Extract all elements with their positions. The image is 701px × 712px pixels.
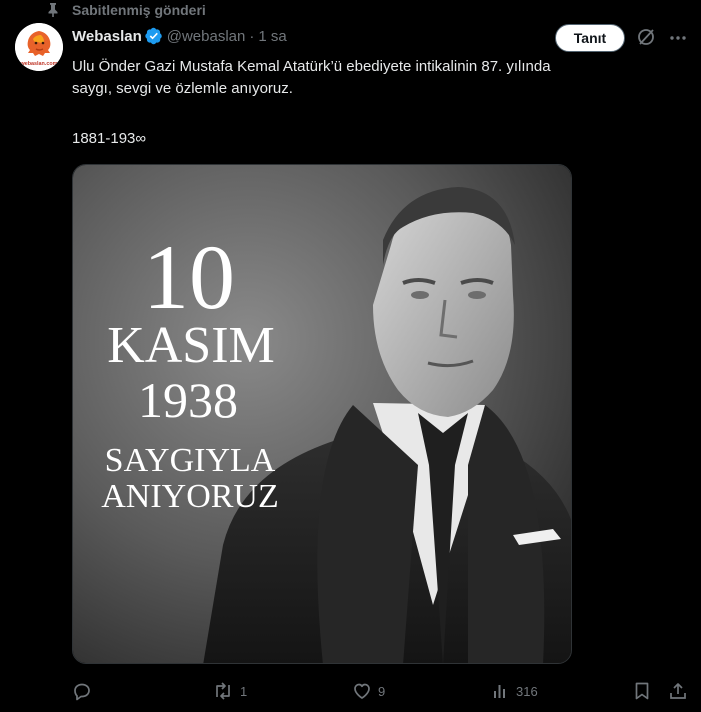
- pin-icon: [48, 3, 58, 17]
- pinned-label: Sabitlenmiş gönderi: [72, 2, 206, 18]
- views-icon: [494, 685, 505, 698]
- bookmark-icon: [635, 682, 649, 700]
- repost-count: 1: [240, 683, 248, 699]
- tweet-image[interactable]: 10 KASIM 1938 SAYGIYLA ANIYORUZ: [72, 164, 572, 664]
- share-button[interactable]: [668, 680, 688, 702]
- author-handle[interactable]: @webaslan: [167, 28, 246, 45]
- media-line1: SAYGIYLA: [105, 442, 276, 479]
- repost-button[interactable]: 1: [212, 680, 247, 702]
- avatar-text: webaslan.com: [20, 61, 58, 67]
- tweet-header: Webaslan @webaslan · 1 sa: [72, 26, 287, 46]
- tweet-text: Ulu Önder Gazi Mustafa Kemal Atatürk’ü e…: [72, 58, 551, 97]
- promote-button[interactable]: Tanıt: [555, 24, 625, 52]
- verified-badge-icon: [145, 27, 163, 45]
- timestamp[interactable]: 1 sa: [258, 28, 286, 45]
- share-icon: [670, 683, 686, 699]
- reply-icon: [74, 683, 90, 701]
- views-count: 316: [516, 683, 538, 699]
- heart-icon: [354, 683, 370, 699]
- more-options-icon[interactable]: [668, 28, 688, 53]
- author-name[interactable]: Webaslan: [72, 28, 142, 45]
- like-count: 9: [378, 683, 386, 699]
- media-year: 1938: [138, 372, 238, 428]
- views-button[interactable]: 316: [492, 680, 538, 702]
- media-month: KASIM: [107, 317, 275, 374]
- reply-button[interactable]: [72, 680, 98, 702]
- media-line2: ANIYORUZ: [101, 478, 279, 515]
- media-day: 10: [143, 226, 235, 328]
- grok-icon[interactable]: [636, 27, 656, 52]
- tweet-years: 1881-193∞: [72, 130, 147, 147]
- repost-icon: [216, 682, 230, 700]
- avatar[interactable]: webaslan.com: [15, 23, 63, 71]
- action-bar: 1 9 316: [72, 680, 692, 702]
- like-button[interactable]: 9: [352, 680, 385, 702]
- bookmark-button[interactable]: [633, 680, 651, 702]
- time-separator: ·: [249, 27, 255, 45]
